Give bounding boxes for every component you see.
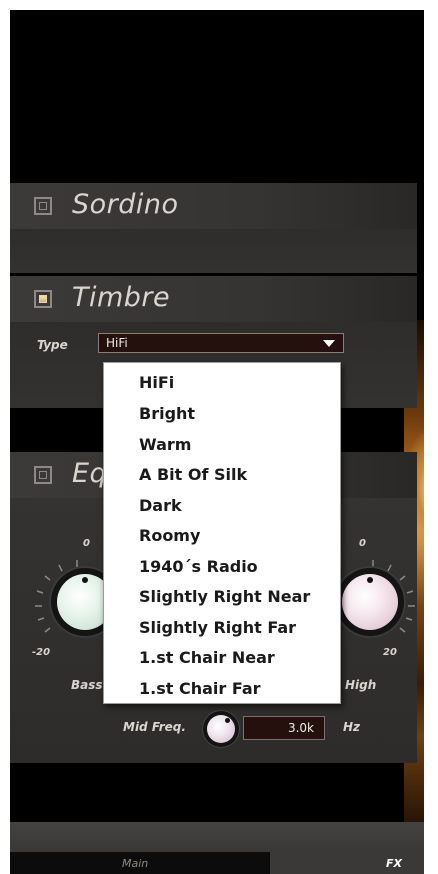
dropdown-option[interactable]: HiFi [139, 373, 174, 392]
plugin-window: Sordino Timbre Type HiFi Eq 0 -20 Bass 0 [10, 10, 424, 874]
sordino-title: Sordino [72, 189, 179, 220]
dropdown-option[interactable]: 1.st Chair Near [139, 648, 275, 667]
sordino-body [10, 229, 417, 273]
bass-tick-min: -20 [32, 647, 51, 658]
dropdown-arrow-icon [323, 340, 335, 347]
dropdown-option[interactable]: Slightly Right Near [139, 587, 310, 606]
dropdown-option[interactable]: Warm [139, 435, 191, 454]
eq-checkbox[interactable] [34, 466, 52, 484]
dropdown-option[interactable]: Dark [139, 496, 182, 515]
dropdown-option[interactable]: 1940´s Radio [139, 557, 258, 576]
bass-tick-top: 0 [83, 538, 90, 549]
dropdown-option[interactable]: A Bit Of Silk [139, 465, 247, 484]
tab-main-label: Main [122, 857, 149, 870]
timbre-header: Timbre [10, 276, 417, 322]
type-label: Type [37, 338, 68, 352]
mid-freq-unit: Hz [343, 720, 361, 734]
eq-title: Eq [72, 458, 108, 489]
high-knob[interactable] [342, 574, 398, 630]
mid-freq-field[interactable]: 3.0k [243, 716, 325, 740]
high-tick-top: 0 [359, 538, 366, 549]
dropdown-option[interactable]: Bright [139, 404, 195, 423]
mid-freq-knob[interactable] [207, 715, 235, 743]
timbre-checkbox[interactable] [34, 290, 52, 308]
high-label: High [345, 678, 377, 692]
footer-bar [10, 822, 424, 852]
dropdown-option[interactable]: 1.st Chair Far [139, 679, 261, 698]
type-select[interactable]: HiFi [98, 333, 344, 353]
type-select-value: HiFi [106, 336, 128, 350]
mid-freq-value: 3.0k [287, 721, 314, 735]
dropdown-option[interactable]: Slightly Right Far [139, 618, 296, 637]
tab-fx-label: FX [386, 857, 402, 870]
timbre-title: Timbre [72, 282, 171, 313]
type-dropdown-list: HiFi Bright Warm A Bit Of Silk Dark Room… [103, 362, 341, 704]
sordino-header: Sordino [10, 183, 417, 229]
sordino-checkbox[interactable] [34, 197, 52, 215]
high-tick-max: 20 [383, 647, 397, 658]
bass-label: Bass [71, 678, 103, 692]
dropdown-option[interactable]: Roomy [139, 526, 200, 545]
mid-freq-label: Mid Freq. [123, 720, 186, 734]
